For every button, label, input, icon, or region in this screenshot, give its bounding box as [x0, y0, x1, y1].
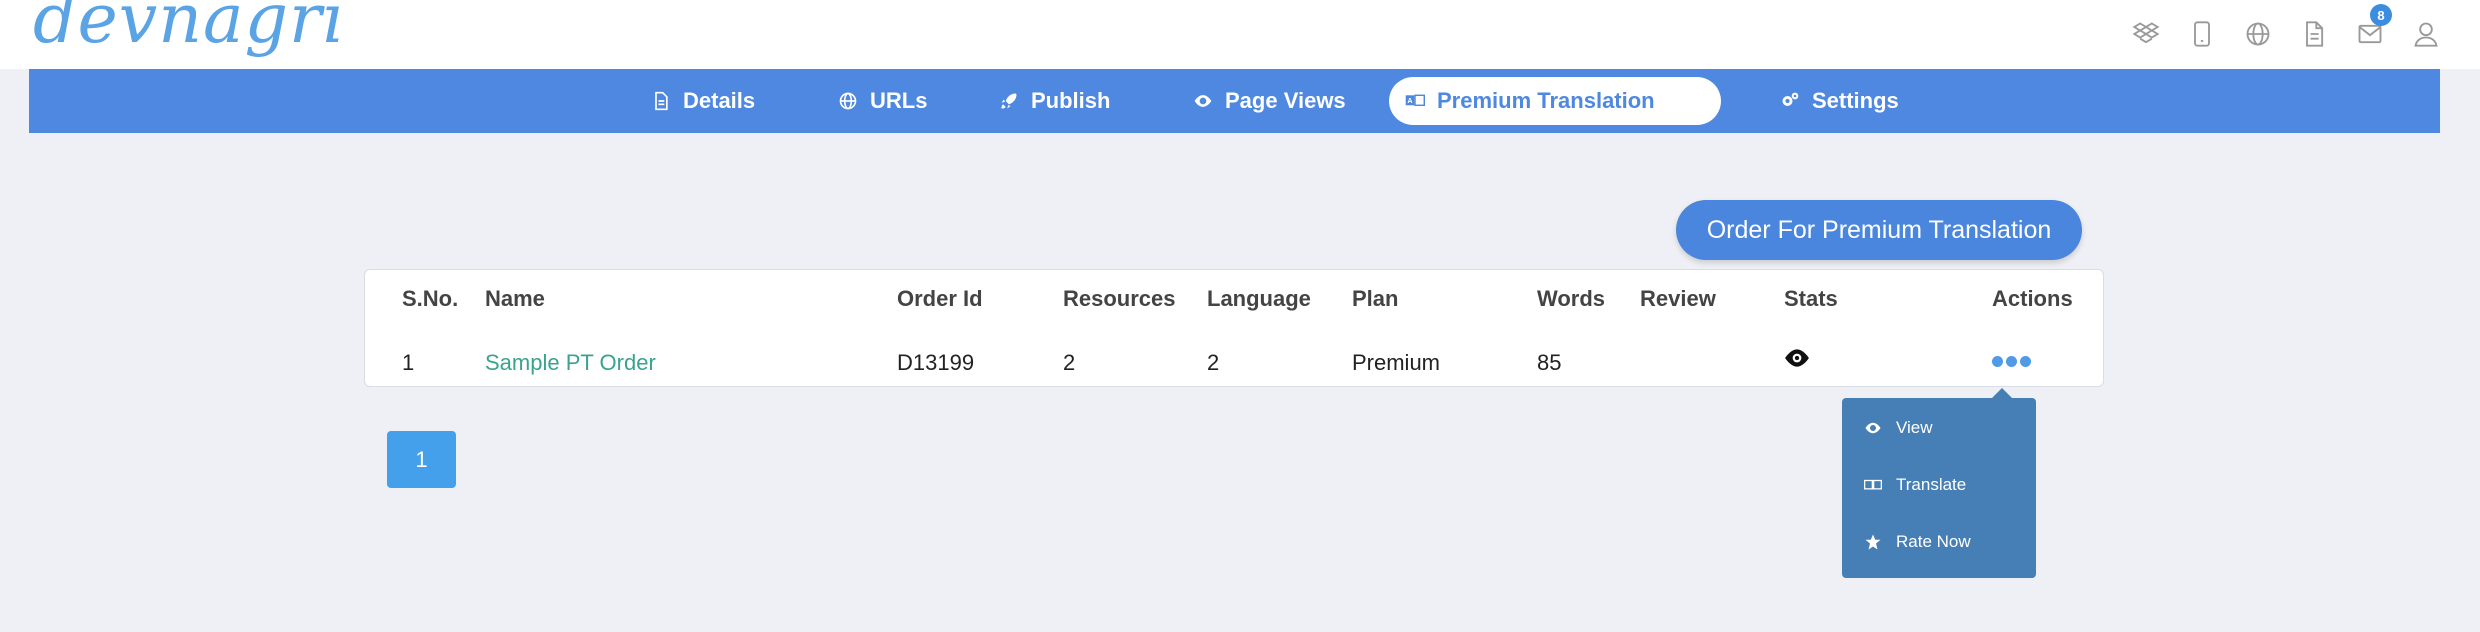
- cell-order-id: D13199: [897, 350, 975, 375]
- top-header: devnagri 8: [0, 0, 2480, 69]
- actions-dropdown: View Translate Rate Now: [1842, 388, 2036, 578]
- cell-language: 2: [1207, 350, 1220, 375]
- eye-icon: [1865, 422, 1881, 434]
- actions-menu-button[interactable]: [1992, 356, 2031, 367]
- stats-eye-icon[interactable]: [1784, 348, 1810, 368]
- eye-icon: [1194, 95, 1212, 107]
- globe-icon: [839, 92, 857, 110]
- user-icon[interactable]: [2410, 18, 2442, 50]
- header-icons: 8: [2130, 4, 2442, 50]
- svg-text:A: A: [1407, 97, 1412, 105]
- tab-premium-translation[interactable]: A Premium Translation: [1389, 77, 1721, 125]
- column-header-name: Name: [485, 286, 545, 311]
- cell-words: 85: [1537, 350, 1562, 375]
- menu-item-rate-now[interactable]: Rate Now: [1864, 532, 1971, 552]
- mobile-icon[interactable]: [2186, 18, 2218, 50]
- order-name-link[interactable]: Sample PT Order: [485, 350, 656, 376]
- cell-plan: Premium: [1352, 350, 1441, 375]
- order-premium-translation-button[interactable]: Order For Premium Translation: [1676, 200, 2082, 260]
- column-header-review: Review: [1640, 286, 1716, 311]
- mail-icon[interactable]: 8: [2354, 4, 2392, 50]
- tab-urls[interactable]: URLs: [822, 77, 943, 125]
- pagination-page-button[interactable]: 1: [387, 431, 456, 488]
- column-header-stats: Stats: [1784, 286, 1838, 311]
- cell-sno: 1: [402, 350, 415, 375]
- globe-icon[interactable]: [2242, 18, 2274, 50]
- column-header-order-id: Order Id: [897, 286, 983, 311]
- devnagri-logo[interactable]: devnagri: [33, 0, 345, 54]
- tab-publish[interactable]: Publish: [983, 77, 1126, 125]
- gears-icon: [1782, 92, 1799, 106]
- tab-label: Details: [683, 88, 756, 113]
- translate-icon: A: [1405, 94, 1425, 106]
- tab-label: Publish: [1031, 88, 1111, 113]
- menu-item-label: Rate Now: [1896, 532, 1971, 551]
- tab-label: Premium Translation: [1437, 88, 1655, 113]
- star-icon: [1865, 534, 1881, 550]
- mail-badge: 8: [2370, 4, 2392, 26]
- translate-icon: [1864, 479, 1882, 490]
- tab-label: URLs: [870, 88, 928, 113]
- tab-details[interactable]: Details: [635, 77, 771, 125]
- document-icon: [655, 91, 668, 111]
- tab-page-views[interactable]: Page Views: [1177, 77, 1362, 125]
- tab-settings[interactable]: Settings: [1764, 77, 1915, 125]
- column-header-actions: Actions: [1992, 286, 2073, 311]
- menu-item-view[interactable]: View: [1864, 418, 1933, 438]
- rocket-icon: [1001, 93, 1017, 109]
- dropbox-icon[interactable]: [2130, 18, 2162, 50]
- column-header-plan: Plan: [1352, 286, 1399, 311]
- column-header-words: Words: [1537, 286, 1606, 311]
- cell-resources: 2: [1063, 350, 1076, 375]
- column-header-language: Language: [1207, 286, 1311, 311]
- project-nav: Details URLs Publish Page Views A Premiu…: [29, 69, 2440, 133]
- tab-label: Settings: [1812, 88, 1899, 113]
- menu-item-label: Translate: [1896, 475, 1967, 494]
- tab-label: Page Views: [1225, 88, 1346, 113]
- menu-item-translate[interactable]: Translate: [1864, 475, 1966, 495]
- column-header-sno: S.No.: [402, 286, 459, 311]
- document-icon[interactable]: [2298, 18, 2330, 50]
- menu-item-label: View: [1896, 418, 1933, 437]
- column-header-resources: Resources: [1063, 286, 1176, 311]
